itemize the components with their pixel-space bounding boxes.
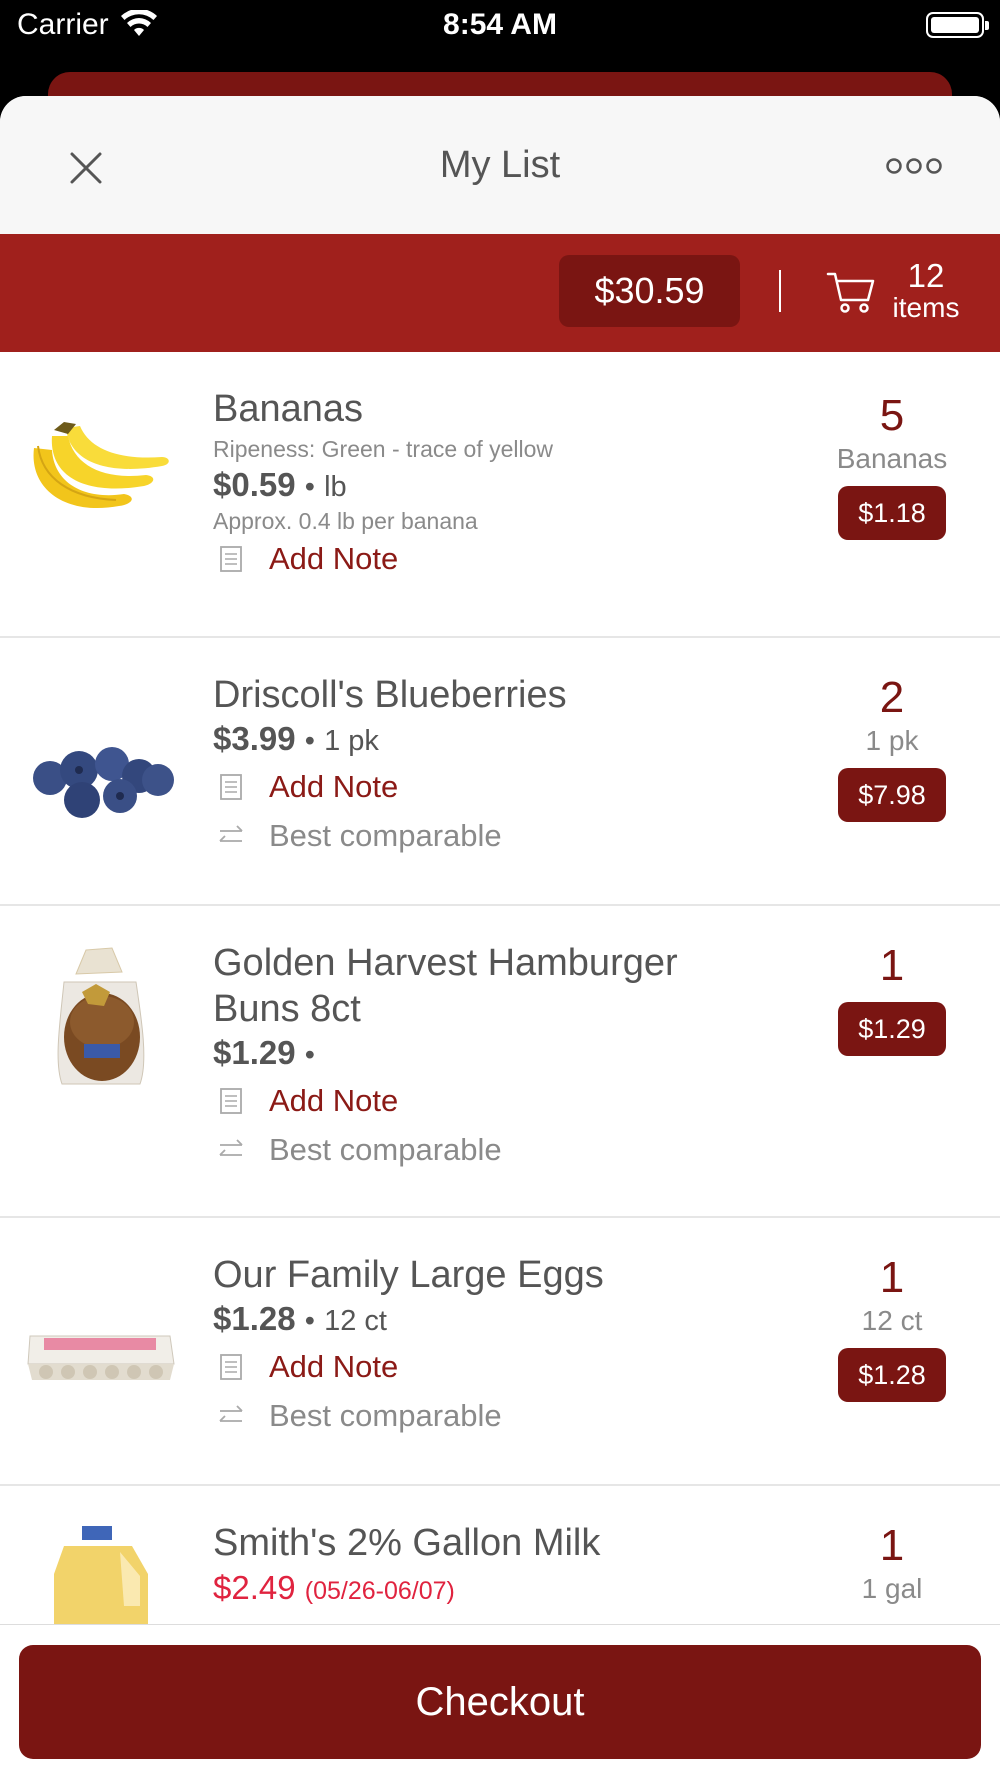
blueberries-image — [33, 747, 174, 818]
list-item-eggs[interactable]: Our Family Large Eggs $1.28 • 12 ct Add … — [0, 1218, 1000, 1486]
item-price-line: $1.28 • 12 ct — [213, 1298, 773, 1342]
swap-icon — [219, 1404, 243, 1422]
swap-icon — [219, 1138, 243, 1156]
quantity-column: 1 1 gal — [812, 1520, 972, 1606]
best-comparable-option[interactable]: Best comparable — [213, 811, 773, 860]
item-name: Smith's 2% Gallon Milk — [213, 1522, 601, 1564]
item-name: Driscoll's Blueberries — [213, 674, 567, 716]
bananas-image — [33, 422, 169, 509]
item-price-line: $1.29 • — [213, 1032, 773, 1076]
more-icon[interactable] — [886, 154, 942, 178]
item-count: 12 items — [880, 257, 972, 324]
shopping-list: Bananas Ripeness: Green - trace of yello… — [0, 352, 1000, 1624]
navigation-bar: My List — [0, 96, 1000, 234]
best-comparable-option[interactable]: Best comparable — [213, 1391, 773, 1440]
item-unit: lb — [324, 471, 347, 503]
swap-icon — [219, 824, 243, 842]
list-total: $30.59 — [559, 255, 740, 327]
item-ripeness: Ripeness: Green - trace of yellow — [213, 436, 554, 462]
my-list-sheet: My List $30.59 12 items Bananas Ripeness… — [0, 96, 1000, 1778]
divider — [779, 270, 781, 312]
item-quantity[interactable]: 1 — [812, 1520, 972, 1572]
item-line-total: $7.98 — [838, 768, 946, 822]
note-icon — [220, 545, 242, 572]
hamburger-buns-image — [57, 947, 145, 1085]
price-separator: • — [304, 1305, 315, 1337]
note-icon — [220, 1353, 242, 1380]
item-price: $1.28 — [213, 1300, 296, 1337]
item-name: Bananas — [213, 388, 364, 430]
item-quantity[interactable]: 5 — [812, 390, 972, 442]
best-comparable-label: Best comparable — [269, 817, 502, 853]
price-separator: • — [304, 725, 315, 757]
item-sale-price-line: $2.49 (05/26-06/07) — [213, 1566, 773, 1613]
item-name: Our Family Large Eggs — [213, 1254, 604, 1296]
list-item-milk[interactable]: Smith's 2% Gallon Milk $2.49 (05/26-06/0… — [0, 1486, 1000, 1624]
item-price: $1.29 — [213, 1034, 296, 1071]
item-quantity-unit: 12 ct — [861, 1305, 923, 1336]
clock: 8:54 AM — [443, 8, 557, 41]
item-quantity[interactable]: 2 — [812, 672, 972, 724]
price-separator: • — [304, 1039, 315, 1071]
add-note-button[interactable]: Add Note — [213, 534, 773, 583]
milk-jug-image — [54, 1526, 148, 1624]
note-icon — [220, 773, 242, 800]
checkout-button[interactable]: Checkout — [19, 1645, 981, 1759]
item-quantity-unit: 1 gal — [861, 1573, 923, 1604]
quantity-column: 1 $1.29 — [812, 940, 972, 1056]
quantity-column: 5 Bananas $1.18 — [812, 390, 972, 540]
add-note-button[interactable]: Add Note — [213, 762, 773, 811]
item-sale-dates: (05/26-06/07) — [304, 1577, 455, 1605]
item-quantity-unit: Bananas — [836, 443, 948, 474]
item-line-total: $1.18 — [838, 486, 946, 540]
item-quantity[interactable]: 1 — [812, 940, 972, 992]
list-summary-bar: $30.59 12 items — [0, 234, 1000, 352]
list-item-blueberries[interactable]: Driscoll's Blueberries $3.99 • 1 pk Add … — [0, 638, 1000, 906]
item-unit: 12 ct — [324, 1305, 387, 1337]
item-count-number: 12 — [907, 257, 945, 294]
item-sale-price: $2.49 — [213, 1569, 296, 1606]
quantity-column: 1 12 ct $1.28 — [812, 1252, 972, 1402]
item-line-total: $1.28 — [838, 1348, 946, 1402]
best-comparable-label: Best comparable — [269, 1397, 502, 1433]
best-comparable-label: Best comparable — [269, 1131, 502, 1167]
add-note-label: Add Note — [269, 1348, 399, 1384]
note-icon — [220, 1087, 242, 1114]
item-price: $0.59 — [213, 466, 296, 503]
item-quantity-unit: 1 pk — [865, 725, 919, 756]
add-note-button[interactable]: Add Note — [213, 1342, 773, 1391]
item-quantity[interactable]: 1 — [812, 1252, 972, 1304]
item-name: Golden Harvest Hamburger Buns 8ct — [213, 942, 678, 1030]
item-price-line: $0.59 • lb — [213, 464, 773, 508]
eggs-carton-image — [27, 1335, 175, 1380]
add-note-button[interactable]: Add Note — [213, 1076, 773, 1125]
item-price: $3.99 — [213, 720, 296, 757]
item-line-total: $1.29 — [838, 1002, 946, 1056]
quantity-column: 2 1 pk $7.98 — [812, 672, 972, 822]
page-title: My List — [439, 144, 561, 186]
add-note-label: Add Note — [269, 768, 399, 804]
item-unit: 1 pk — [324, 725, 379, 757]
checkout-bar: Checkout — [0, 1624, 1000, 1778]
item-approx-weight: Approx. 0.4 lb per banana — [213, 508, 478, 534]
battery-icon — [926, 12, 989, 38]
cart-icon[interactable] — [826, 268, 876, 316]
status-bar: Carrier 8:54 AM — [0, 0, 1000, 56]
best-comparable-option[interactable]: Best comparable — [213, 1125, 773, 1174]
add-note-label: Add Note — [269, 1082, 399, 1118]
item-count-label: items — [892, 292, 960, 323]
list-item-hamburger-buns[interactable]: Golden Harvest Hamburger Buns 8ct $1.29 … — [0, 906, 1000, 1218]
add-note-label: Add Note — [269, 540, 399, 576]
price-separator: • — [304, 471, 315, 503]
list-item-bananas[interactable]: Bananas Ripeness: Green - trace of yello… — [0, 352, 1000, 638]
item-price-line: $3.99 • 1 pk — [213, 718, 773, 762]
